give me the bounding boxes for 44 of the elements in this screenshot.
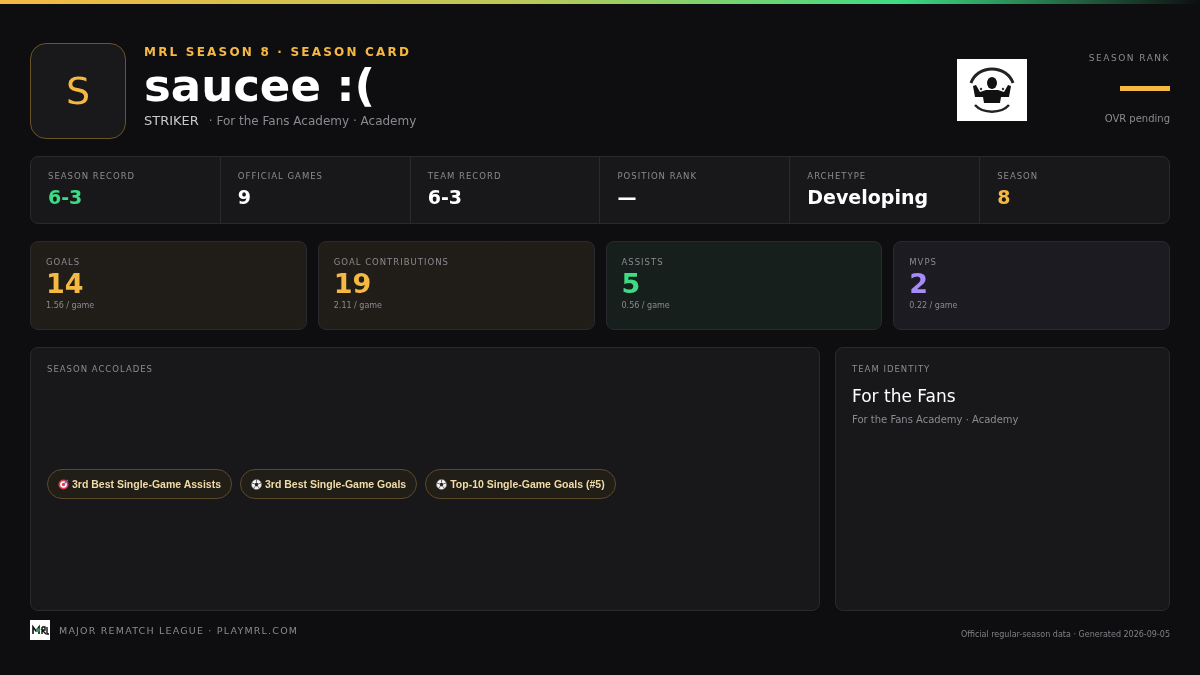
summary-value: 6-3: [427, 186, 463, 208]
panel-title: TEAM IDENTITY: [852, 364, 932, 374]
accolade-label: Top-10 Single-Game Goals (#5): [450, 478, 605, 490]
stat-label: GOAL CONTRIBUTIONS: [333, 257, 450, 267]
summary-label: POSITION RANK: [617, 171, 698, 181]
summary-value: 9: [237, 186, 253, 208]
per-game-rate: 0.56 / game: [621, 301, 671, 310]
player-name: saucee :(: [144, 59, 377, 113]
accolade-label: 3rd Best Single-Game Assists: [72, 478, 221, 490]
summary-label: TEAM RECORD: [427, 171, 503, 181]
stat-value: 19: [333, 267, 373, 301]
summary-value: 8: [997, 186, 1012, 208]
stat-value: 14: [46, 267, 85, 301]
data-note: Official regular-season data · Generated 2026-09-05: [960, 629, 1170, 639]
team-line: · For the Fans Academy · Academy: [208, 114, 417, 128]
panel-title: SEASON ACCOLADES: [47, 364, 154, 374]
summary-value: 6-3: [48, 186, 84, 208]
stat-label: ASSISTS: [621, 257, 665, 267]
stat-value: 5: [621, 267, 642, 301]
target-icon: [58, 478, 69, 490]
team-subtitle: For the Fans Academy · Academy: [852, 414, 1020, 425]
per-game-rate: 1.56 / game: [46, 301, 96, 310]
summary-label: ARCHETYPE: [807, 171, 868, 181]
season-label: MRL SEASON 8 · SEASON CARD: [144, 45, 413, 59]
per-game-rate: 0.22 / game: [909, 301, 959, 310]
rank-placeholder-bar: [1120, 86, 1170, 91]
summary-value: Developing: [807, 186, 930, 208]
rank-note: OVR pending: [1104, 113, 1170, 124]
avatar: S: [30, 43, 126, 139]
accolade-label: 3rd Best Single-Game Goals: [265, 478, 407, 490]
player-position: STRIKER: [144, 113, 199, 128]
stat-label: GOALS: [46, 257, 82, 267]
soccer-ball-icon: [436, 478, 448, 490]
summary-label: SEASON: [997, 171, 1040, 181]
summary-label: SEASON RECORD: [48, 171, 137, 181]
soccer-ball-icon: [251, 478, 262, 490]
league-name: MAJOR REMATCH LEAGUE · PLAYMRL.COM: [59, 624, 299, 636]
team-name: For the Fans: [852, 386, 957, 406]
summary-value: —: [617, 186, 638, 208]
per-game-rate: 2.11 / game: [333, 301, 384, 310]
stat-value: 2: [909, 267, 930, 301]
stat-label: MVPS: [909, 257, 938, 267]
summary-label: OFFICIAL GAMES: [237, 171, 324, 181]
rank-label: SEASON RANK: [1088, 53, 1170, 63]
